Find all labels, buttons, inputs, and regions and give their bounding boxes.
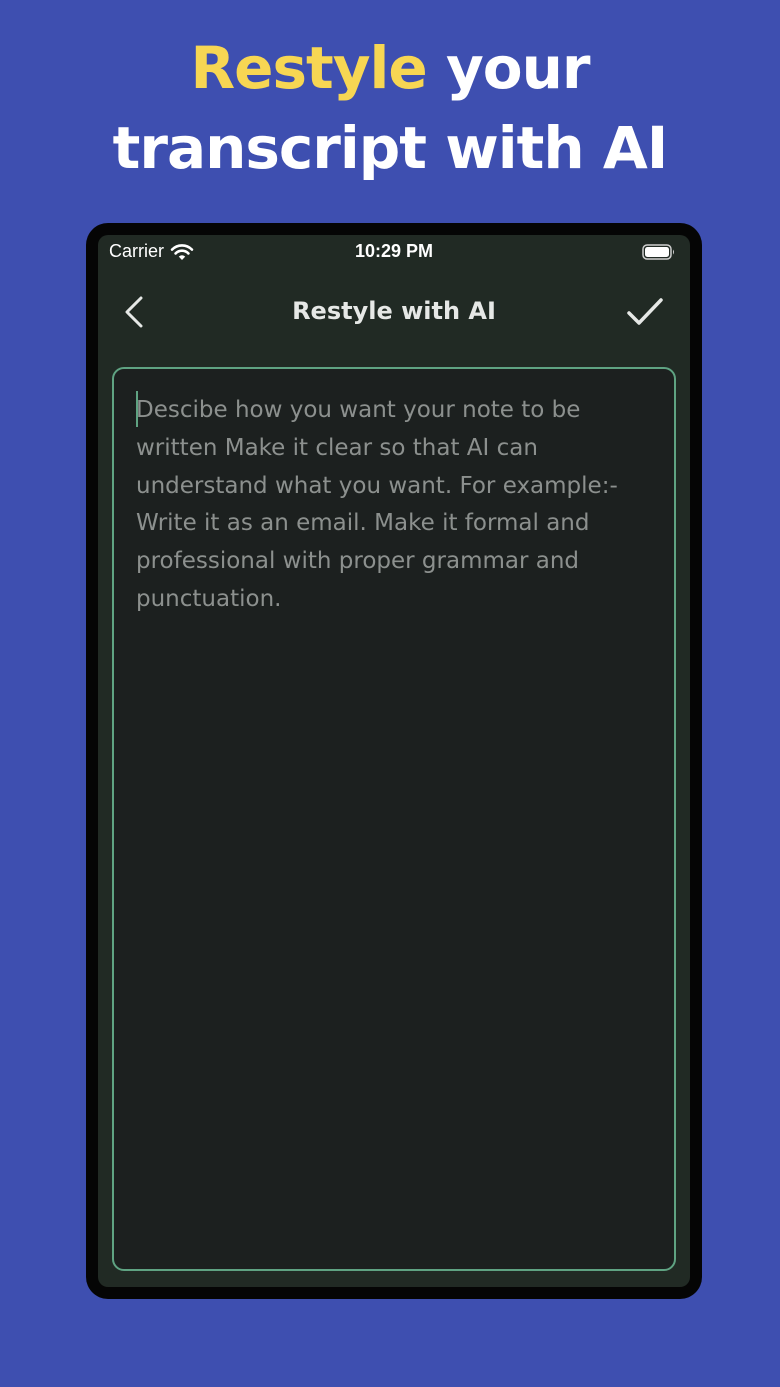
checkmark-icon[interactable]	[626, 295, 664, 329]
phone-frame: Carrier 10:29 PM Restyle with AI Descibe…	[86, 223, 702, 1299]
headline: Restyle your transcript with AI	[0, 28, 780, 188]
restyle-instructions-input[interactable]: Descibe how you want your note to be wri…	[112, 367, 676, 1271]
headline-line2: transcript with AI	[112, 114, 669, 182]
status-bar: Carrier 10:29 PM	[98, 235, 690, 269]
page-title: Restyle with AI	[292, 297, 496, 325]
app-screen: Carrier 10:29 PM Restyle with AI Descibe…	[98, 235, 690, 1287]
status-time: 10:29 PM	[354, 241, 434, 261]
headline-line1-rest: your	[426, 34, 591, 102]
battery-icon	[642, 244, 674, 260]
input-placeholder: Descibe how you want your note to be wri…	[136, 397, 618, 612]
promo-screen: Restyle your transcript with AI Carrier …	[0, 0, 780, 1387]
nav-bar: Restyle with AI	[98, 287, 690, 337]
headline-accent: Restyle	[190, 34, 427, 102]
